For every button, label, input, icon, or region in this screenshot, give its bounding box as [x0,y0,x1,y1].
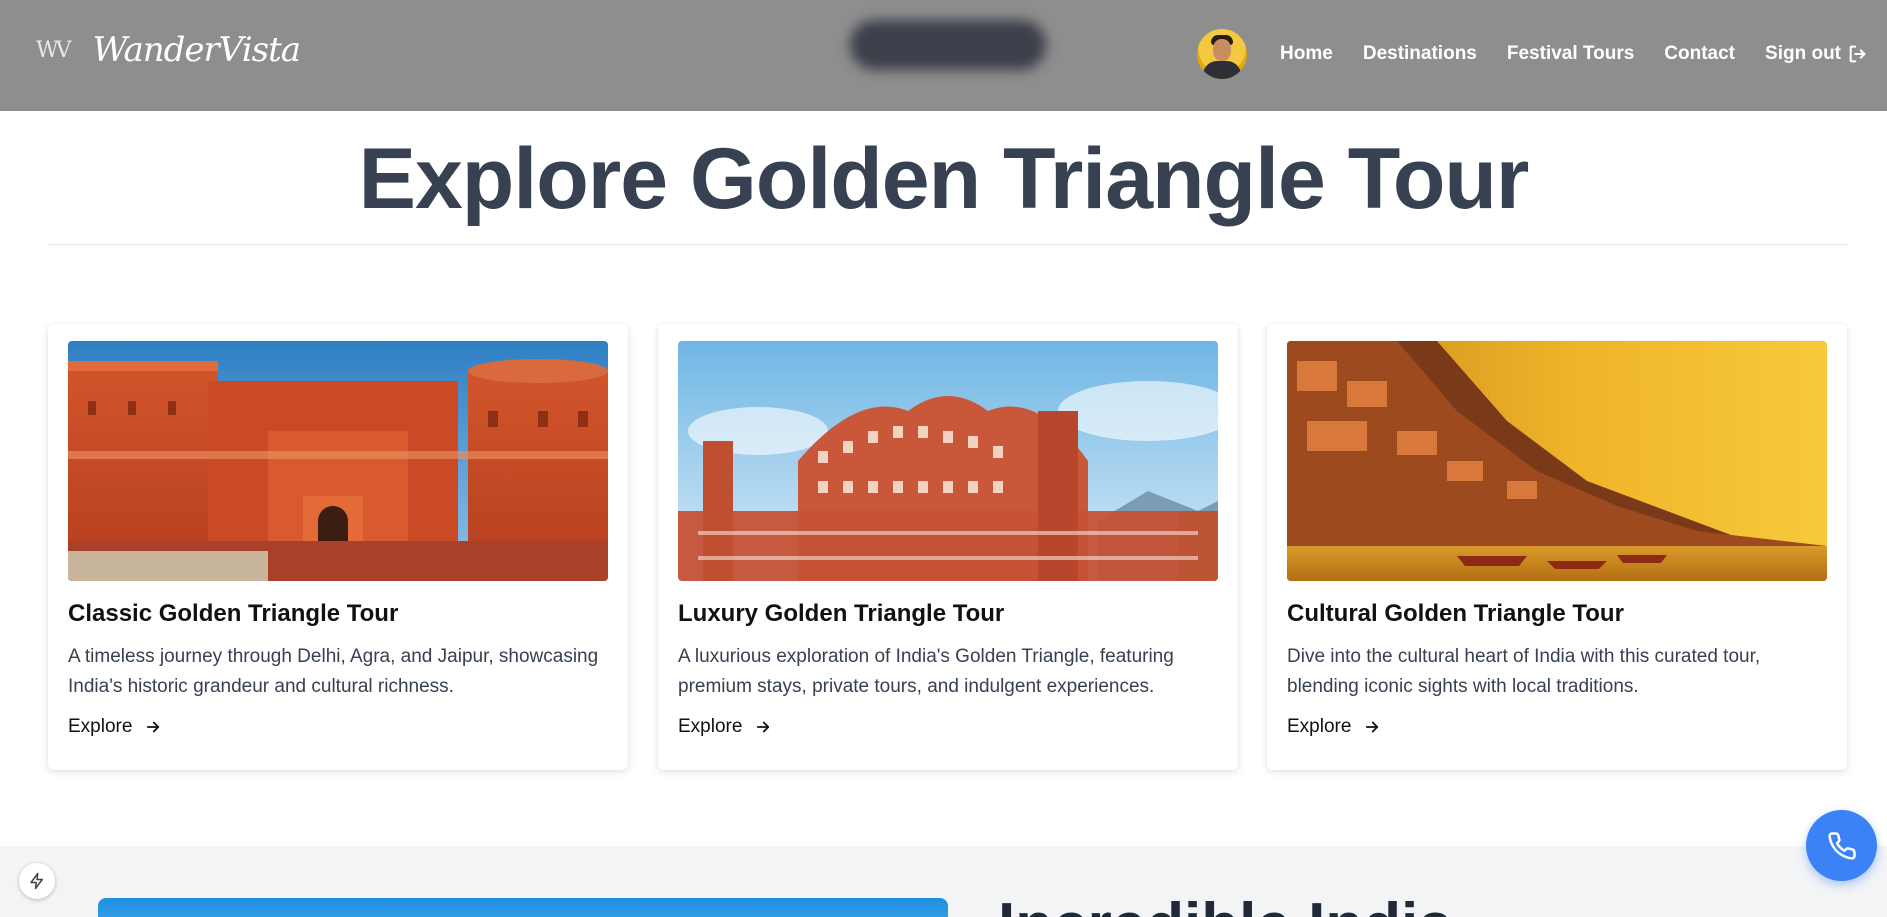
arrow-right-icon [757,721,770,733]
main-nav: Home Destinations Festival Tours Contact… [1197,28,1869,80]
arrow-right-icon [1366,721,1379,733]
explore-link[interactable]: Explore [1287,716,1381,738]
nav-contact[interactable]: Contact [1664,43,1735,65]
brand[interactable]: WV WanderVista [36,30,302,70]
title-divider [48,244,1848,245]
tour-card: Classic Golden Triangle Tour A timeless … [48,324,628,770]
user-avatar[interactable] [1197,29,1248,79]
sign-out-label: Sign out [1765,43,1841,64]
blurred-overlay [850,20,1046,70]
arrow-right-icon [147,721,160,733]
card-image-varanasi-ghats [1287,341,1827,581]
explore-label: Explore [1287,716,1352,737]
sign-out-icon [1849,45,1866,63]
phone-icon [1827,831,1856,860]
sign-out-button[interactable]: Sign out [1765,43,1869,65]
tour-card: Cultural Golden Triangle Tour Dive into … [1267,324,1847,770]
call-button[interactable] [1806,810,1877,881]
card-title: Luxury Golden Triangle Tour [678,600,1005,627]
top-navbar: WV WanderVista Home Destinations Festiva… [0,0,1887,111]
explore-label: Explore [68,716,133,737]
card-title: Classic Golden Triangle Tour [68,600,399,627]
card-image-hawa-mahal [678,341,1218,581]
card-image-red-fort [68,341,608,581]
brand-name: WanderVista [92,30,302,70]
nav-home[interactable]: Home [1280,43,1333,65]
nav-festival-tours[interactable]: Festival Tours [1507,43,1634,65]
bolt-button[interactable] [19,863,55,899]
card-description: A luxurious exploration of India's Golde… [678,646,1174,697]
bolt-icon [30,872,43,890]
explore-link[interactable]: Explore [68,716,162,738]
incredible-india-section: Incredible India [0,846,1887,917]
brand-logo-mark: WV [36,37,71,63]
explore-link[interactable]: Explore [678,716,772,738]
card-title: Cultural Golden Triangle Tour [1287,600,1624,627]
card-description: Dive into the cultural heart of India wi… [1287,646,1761,697]
card-description: A timeless journey through Delhi, Agra, … [68,646,599,697]
nav-destinations[interactable]: Destinations [1363,43,1477,65]
tour-card: Luxury Golden Triangle Tour A luxurious … [658,324,1238,770]
section-title: Incredible India [998,890,1453,917]
section-image [98,898,948,917]
explore-label: Explore [678,716,743,737]
page-title: Explore Golden Triangle Tour [358,131,1530,227]
